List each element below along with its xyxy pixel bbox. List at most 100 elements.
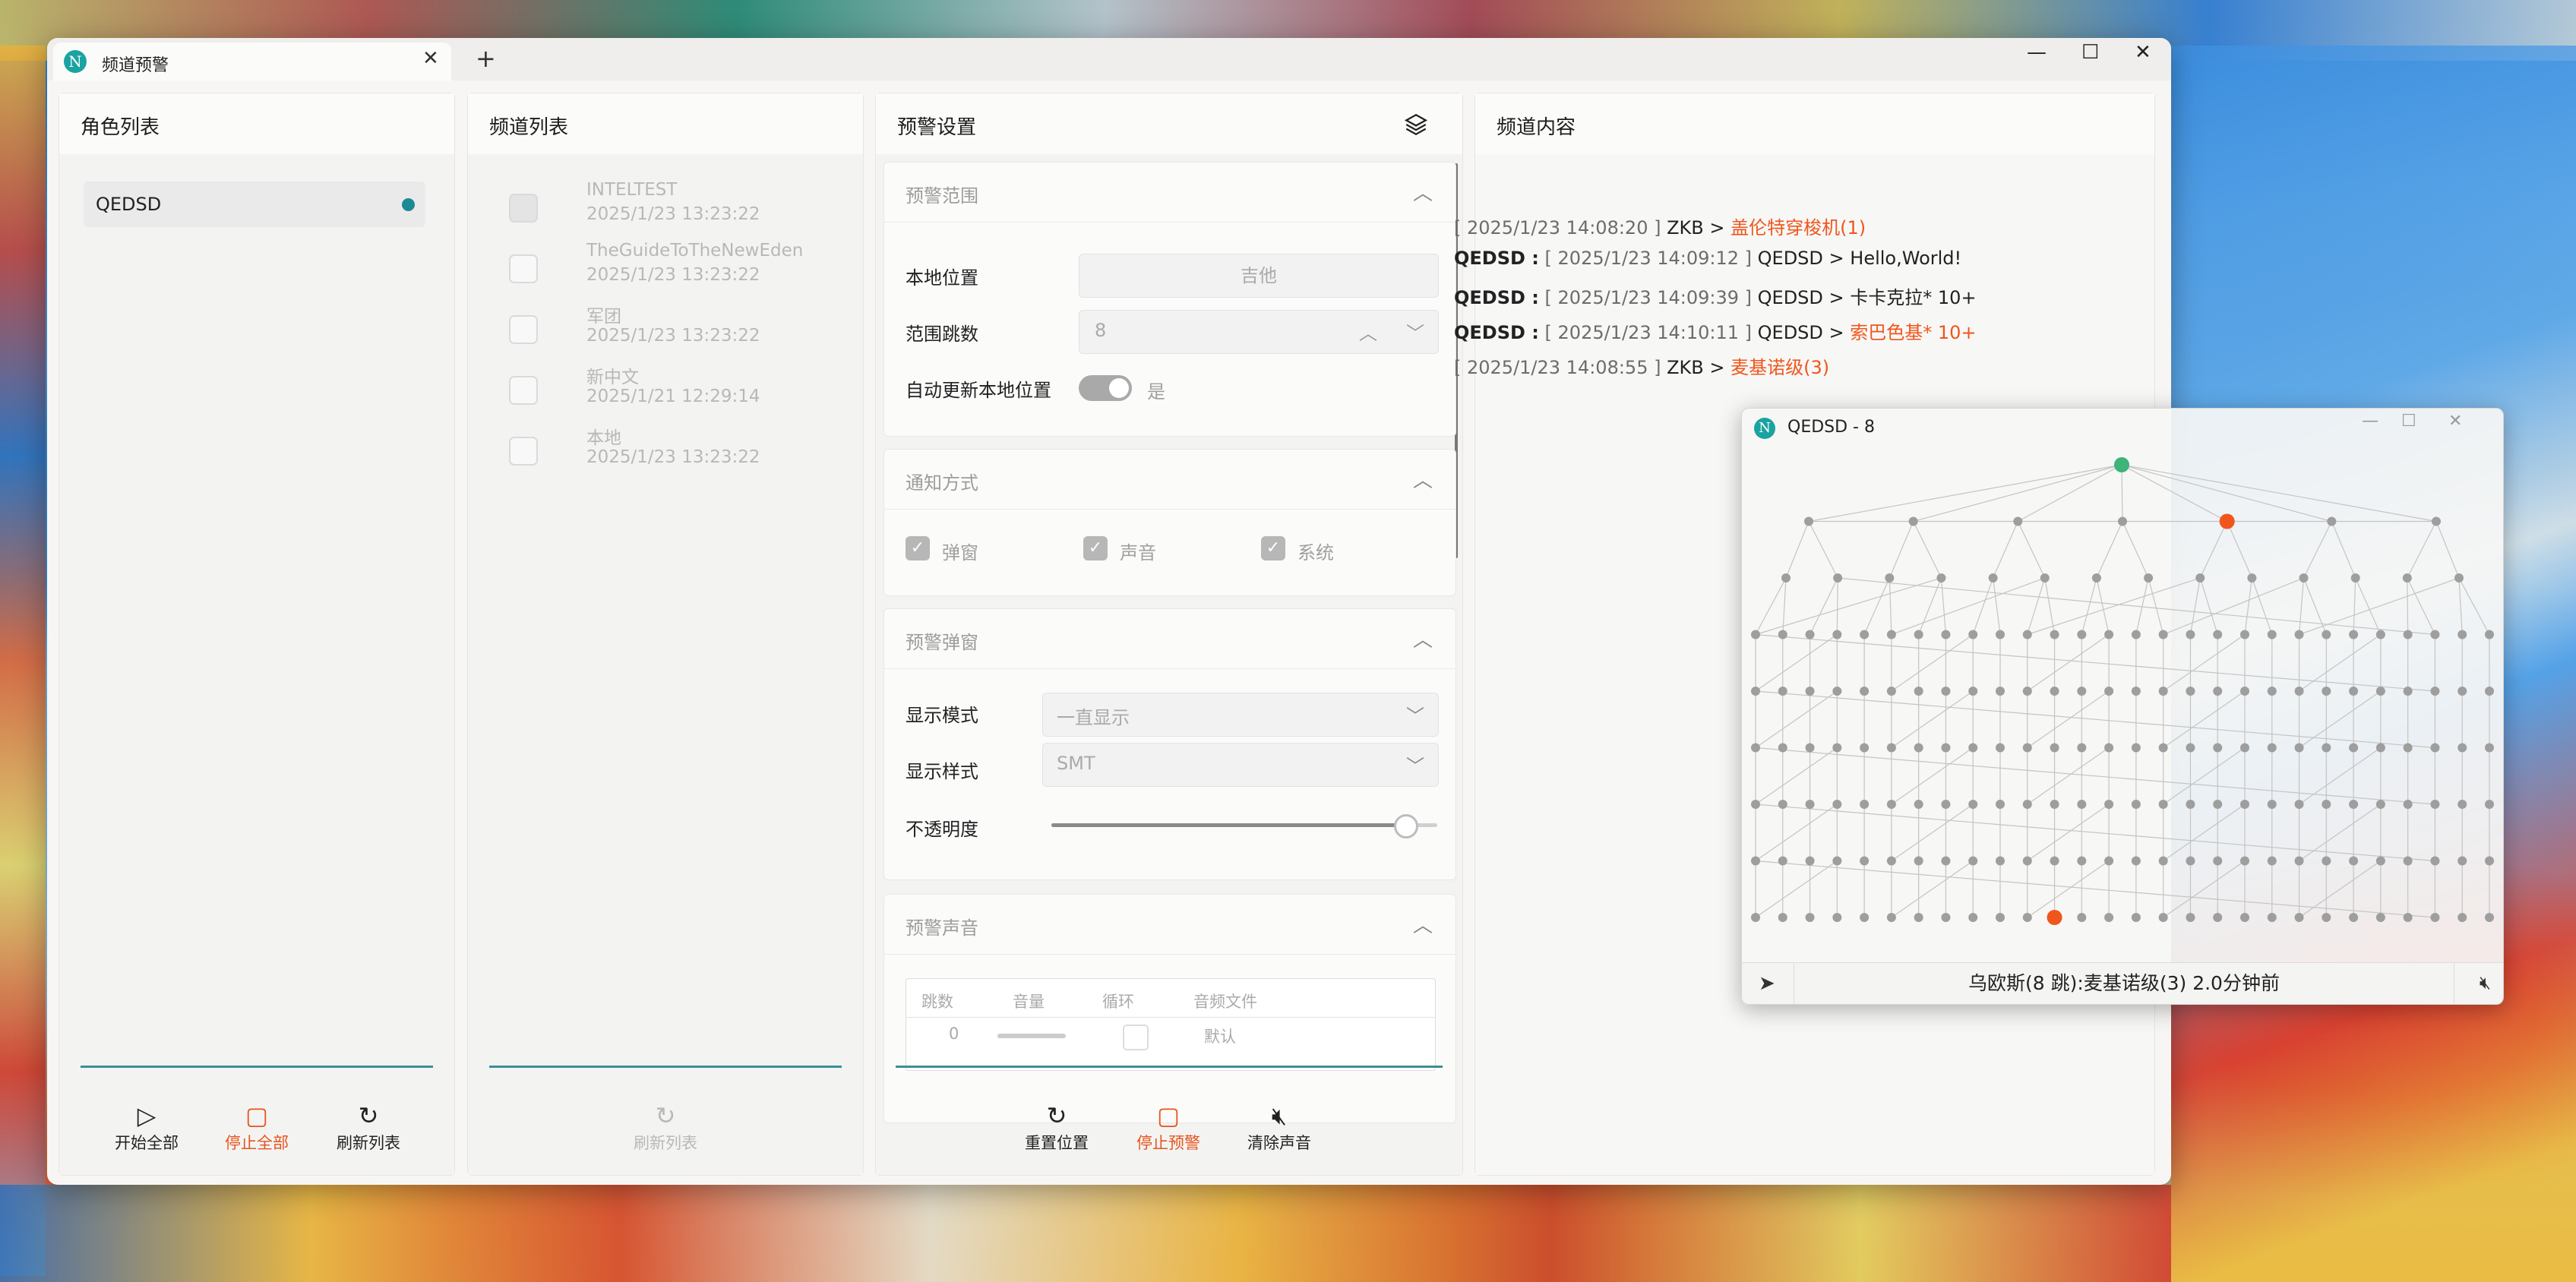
system-node[interactable] [2322,630,2331,639]
mute-icon[interactable]: 🔇︎ [2480,972,2491,993]
alert-system-node[interactable] [2219,513,2235,529]
system-node[interactable] [2104,630,2114,639]
system-node[interactable] [1751,856,1760,866]
system-node[interactable] [1941,687,1951,696]
system-node[interactable] [2294,913,2304,922]
system-node[interactable] [2322,800,2331,809]
system-node[interactable] [2485,856,2494,866]
system-node[interactable] [1832,743,1842,753]
system-node[interactable] [2349,743,2359,753]
system-node[interactable] [2294,856,2304,866]
system-node[interactable] [1941,913,1951,922]
system-node[interactable] [2022,856,2032,866]
system-node[interactable] [1914,856,1923,866]
system-node[interactable] [2457,630,2467,639]
maximize-icon[interactable]: ☐ [2081,41,2099,64]
system-node[interactable] [1996,913,2005,922]
system-node[interactable] [2375,743,2385,753]
system-node[interactable] [2457,913,2467,922]
system-node[interactable] [1805,913,1815,922]
system-node[interactable] [1885,573,1895,583]
clear-sound-button[interactable]: 🔇︎ 清除声音 [1237,1100,1321,1154]
system-node[interactable] [2077,743,2087,753]
system-node[interactable] [2430,743,2440,753]
tab-close-icon[interactable]: ✕ [422,47,439,70]
start-all-button[interactable]: ▷ 开始全部 [105,1100,188,1154]
system-node[interactable] [2375,630,2385,639]
system-node[interactable] [2213,800,2223,809]
channel-checkbox[interactable] [509,194,538,223]
display-style-select[interactable]: SMT ﹀ [1042,743,1439,787]
system-node[interactable] [2213,743,2223,753]
system-node[interactable] [2240,743,2249,753]
system-node[interactable] [2267,913,2277,922]
system-node[interactable] [2485,800,2494,809]
system-node[interactable] [2213,913,2223,922]
system-node[interactable] [2158,630,2168,639]
system-node[interactable] [2485,630,2494,639]
system-node[interactable] [1778,856,1787,866]
minimize-icon[interactable]: — [2027,41,2047,64]
system-node[interactable] [1860,800,1870,809]
system-node[interactable] [2349,800,2359,809]
system-node[interactable] [2186,913,2195,922]
system-node[interactable] [2022,743,2032,753]
sound-checkbox[interactable]: ✓ [1083,536,1108,560]
system-node[interactable] [2430,856,2440,866]
system-node[interactable] [2457,800,2467,809]
chevron-up-icon[interactable]: ︿ [1413,910,1433,938]
system-node[interactable] [2131,856,2141,866]
system-node[interactable] [1996,800,2005,809]
system-node[interactable] [2349,856,2359,866]
system-node[interactable] [1968,630,1978,639]
system-node[interactable] [2240,687,2249,696]
loop-checkbox[interactable] [1123,1025,1149,1050]
system-node[interactable] [2247,573,2257,583]
system-node[interactable] [1805,687,1815,696]
system-node[interactable] [1996,687,2005,696]
system-node[interactable] [1988,573,1998,583]
system-node[interactable] [1751,913,1760,922]
system-node[interactable] [1832,800,1842,809]
system-node[interactable] [1968,687,1978,696]
chevron-up-icon[interactable]: ︿ [1413,624,1433,652]
stop-warning-button[interactable]: ▢ 停止预警 [1127,1100,1210,1154]
system-node[interactable] [2485,687,2494,696]
system-node[interactable] [2240,800,2249,809]
add-tab-icon[interactable]: + [476,44,496,73]
system-node[interactable] [1860,856,1870,866]
channel-item[interactable]: 本地 2025/1/23 13:23:22 [489,415,823,476]
system-node[interactable] [2077,630,2087,639]
channel-checkbox[interactable] [509,376,538,405]
system-node[interactable] [2403,743,2413,753]
system-node[interactable] [1914,913,1923,922]
channel-item[interactable]: 军团 2025/1/23 13:23:22 [489,294,823,355]
system-node[interactable] [2430,800,2440,809]
system-node[interactable] [2322,687,2331,696]
system-node[interactable] [2457,856,2467,866]
system-node[interactable] [2375,856,2385,866]
system-node[interactable] [1941,743,1951,753]
system-node[interactable] [2104,687,2114,696]
system-node[interactable] [2430,687,2440,696]
system-node[interactable] [1886,687,1896,696]
system-node[interactable] [1914,687,1923,696]
system-node[interactable] [2118,516,2127,526]
system-node[interactable] [1914,743,1923,753]
system-node[interactable] [1936,573,1946,583]
maximize-icon[interactable]: ☐ [2401,412,2416,431]
stop-all-button[interactable]: ▢ 停止全部 [215,1100,299,1154]
jumps-stepper[interactable]: 8 ︿ ﹀ [1079,310,1439,354]
system-node[interactable] [1832,630,1842,639]
system-node[interactable] [2195,573,2205,583]
role-item[interactable]: QEDSD [84,182,425,227]
system-node[interactable] [2294,800,2304,809]
system-node[interactable] [1886,630,1896,639]
system-node[interactable] [1804,516,1813,526]
chevron-up-icon[interactable]: ︿ [1359,318,1377,345]
send-icon[interactable]: ➤ [1759,972,1775,995]
system-node[interactable] [1833,573,1843,583]
system-node[interactable] [2299,573,2309,583]
system-node[interactable] [1751,743,1760,753]
system-node[interactable] [1860,687,1870,696]
